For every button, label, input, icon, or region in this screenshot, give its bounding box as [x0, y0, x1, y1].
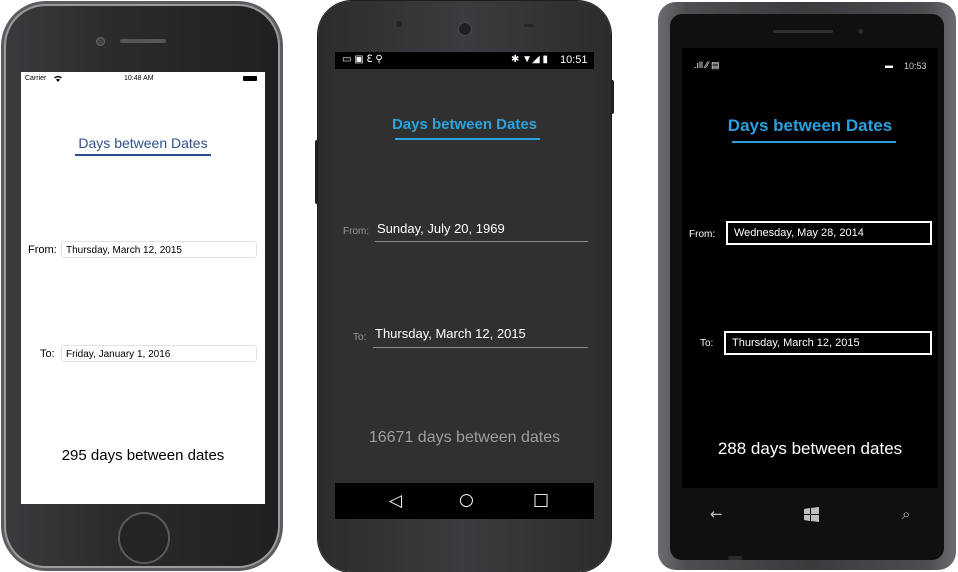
result-label: 295 days between dates [61, 447, 225, 464]
android-time: 10:51 [560, 54, 588, 66]
search-icon[interactable]: ⌕ [902, 505, 910, 523]
from-label: From: [689, 229, 716, 240]
battery-icon [243, 76, 257, 81]
windows-start-icon[interactable] [804, 507, 819, 522]
home-icon[interactable]: ○ [459, 490, 474, 510]
from-label: From: [28, 244, 57, 256]
ios-status-bar: Carrier 10:48 AM [21, 72, 265, 86]
speaker-grille [524, 24, 534, 27]
signal-icons: ✱ ▼◢ ▮ [511, 54, 549, 65]
android-status-bar: ▭ ▣ ℇ ⚲ ✱ ▼◢ ▮ 10:51 [335, 52, 594, 69]
page-title: Days between Dates [78, 135, 208, 151]
from-label: From: [343, 226, 370, 237]
camera-icon [96, 37, 105, 46]
title-underline [395, 138, 540, 140]
to-date-picker[interactable]: Thursday, March 12, 2015 [375, 326, 526, 341]
to-label: To: [40, 348, 55, 360]
page-title: Days between Dates [391, 116, 538, 133]
result-label: 16671 days between dates [368, 429, 561, 446]
windows-status-bar: .ıll ⁄⁄ ▤ ▬ 10:53 [682, 48, 938, 74]
from-date-picker[interactable]: Thursday, March 12, 2015 [61, 241, 257, 258]
camera-icon [458, 22, 472, 36]
title-underline [75, 154, 211, 156]
bottom-port [728, 556, 742, 560]
android-screen: Days between Dates From: Sunday, July 20… [335, 69, 594, 483]
title-underline [732, 141, 896, 143]
to-label: To: [700, 338, 714, 349]
ios-time: 10:48 AM [124, 75, 154, 82]
signal-icons: .ıll ⁄⁄ ▤ [694, 60, 720, 70]
speaker-grille [120, 39, 166, 43]
ios-screen: Carrier 10:48 AM Days between Dates From… [21, 72, 265, 504]
to-label: To: [353, 332, 367, 343]
notification-icons: ▭ ▣ ℇ ⚲ [342, 54, 383, 65]
android-nav-bar: ◁ ○ □ [335, 483, 594, 519]
windows-time: 10:53 [904, 61, 927, 71]
home-button[interactable] [118, 512, 170, 564]
camera-icon [858, 29, 863, 34]
to-field-underline [373, 347, 588, 348]
wifi-icon [54, 75, 62, 82]
windows-nav-bar: ← ⌕ [682, 492, 938, 540]
page-title: Days between Dates [727, 116, 893, 135]
windows-screen: .ıll ⁄⁄ ▤ ▬ 10:53 Days between Dates Fro… [682, 48, 938, 488]
back-icon[interactable]: ◁ [389, 491, 402, 511]
carrier-label: Carrier [25, 75, 47, 82]
speaker-grille [773, 30, 833, 33]
sensor-dot [396, 21, 402, 27]
battery-icon: ▬ [885, 61, 893, 70]
to-date-picker[interactable]: Friday, January 1, 2016 [61, 345, 257, 362]
from-field-underline [375, 241, 588, 242]
result-label: 288 days between dates [717, 439, 903, 458]
from-date-picker[interactable]: Sunday, July 20, 1969 [377, 221, 505, 236]
recents-icon[interactable]: □ [533, 490, 549, 510]
from-date-picker[interactable]: Wednesday, May 28, 2014 [726, 221, 932, 245]
to-date-picker[interactable]: Thursday, March 12, 2015 [724, 331, 932, 355]
back-icon[interactable]: ← [710, 505, 723, 523]
